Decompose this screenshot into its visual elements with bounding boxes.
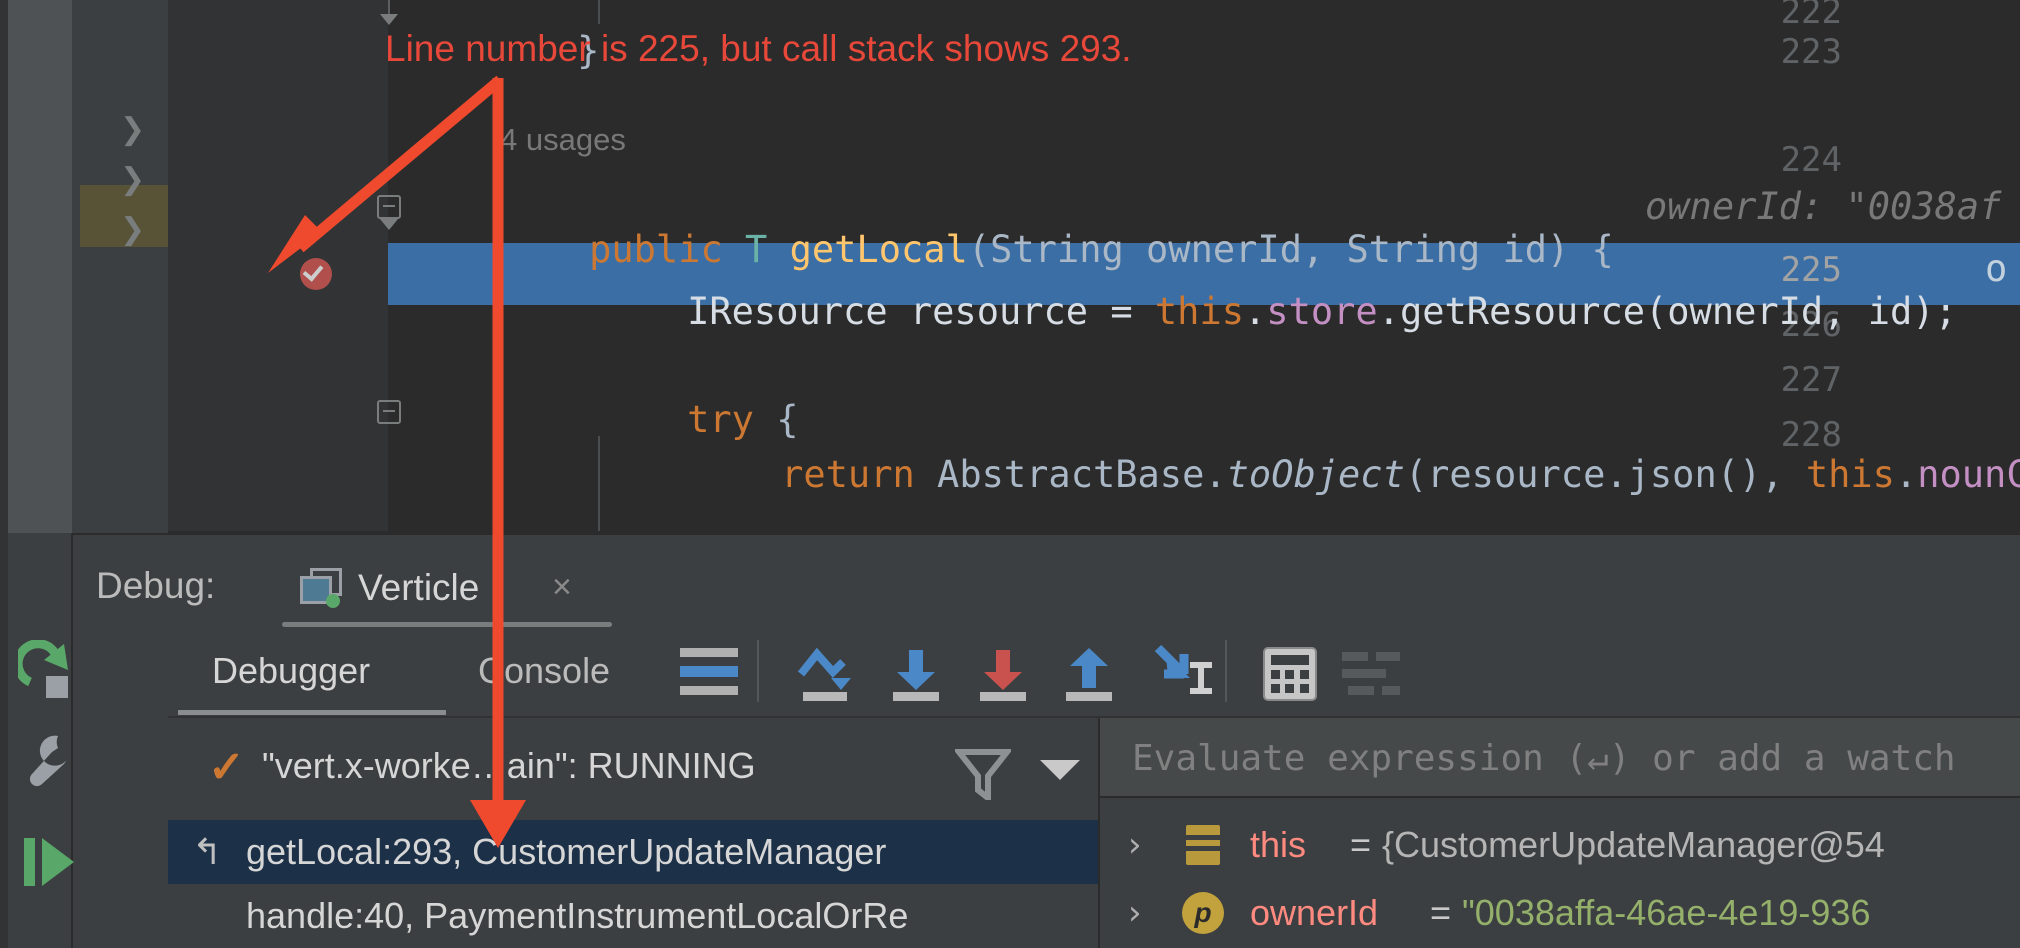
assignment: resource = — [887, 290, 1155, 333]
tab-debugger-underline — [178, 710, 446, 715]
frame-row-selected[interactable]: ↰ getLocal:293, CustomerUpdateManager — [168, 820, 1096, 884]
class-AbstractBase: AbstractBase. — [914, 453, 1227, 496]
fold-region-end-icon — [380, 219, 398, 230]
tab-active-underline — [282, 622, 612, 627]
rerun-icon[interactable] — [18, 640, 74, 700]
force-step-into-icon[interactable] — [972, 644, 1034, 706]
show-execution-point-icon[interactable] — [680, 648, 738, 695]
ide-screenshot: ❯ ❯ ❯ 222 223 224 225 226 227 228 } 4 us… — [0, 0, 2020, 948]
gutter-current-line — [168, 243, 388, 305]
return-arrow-icon: ↰ — [192, 831, 223, 872]
tab-verticle-label: Verticle — [358, 567, 480, 608]
evaluate-expression-icon[interactable] — [1262, 646, 1318, 702]
frame-label: handle:40, PaymentInstrumentLocalOrRe — [246, 895, 909, 936]
thread-selector-label[interactable]: "vert.x-worke…ain": RUNNING — [262, 745, 756, 787]
project-panel-strip — [8, 0, 72, 533]
method-toObject: toObject — [1226, 453, 1405, 496]
type-IResource: IResource — [687, 290, 888, 333]
equals-sign: = — [1430, 891, 1452, 933]
thread-status-check-icon: ✓ — [208, 743, 245, 792]
fold-collapse-icon[interactable] — [377, 400, 401, 424]
sort-values-icon[interactable] — [1340, 650, 1402, 698]
structure-chevron-icon: ❯ — [120, 162, 146, 197]
variable-row-this[interactable]: › this = {CustomerUpdateManager@54 — [1100, 812, 2020, 877]
step-over-icon[interactable] — [795, 644, 861, 706]
usages-inlay-hint[interactable]: 4 usages — [500, 122, 626, 158]
call-expression: .getResource(ownerId, id); — [1377, 290, 1957, 333]
line-number: 223 — [1780, 32, 1842, 72]
toolbar-separator — [1225, 640, 1227, 702]
frame-row[interactable]: handle:40, PaymentInstrumentLocalOrRe — [168, 884, 1096, 948]
code-line-228: return AbstractBase.toObject(resource.js… — [692, 410, 2020, 539]
structure-chevron-icon: ❯ — [120, 112, 146, 147]
dot: . — [1894, 453, 1918, 496]
variable-row-ownerId[interactable]: › p ownerId = "0038affa-46ae-4e19-936 — [1100, 880, 2020, 945]
primitive-badge-icon: p — [1182, 891, 1224, 934]
window-left-edge-lower — [0, 533, 8, 948]
dot: . — [1244, 290, 1267, 333]
parameter-inlay-hint: ownerId: "0038af — [1645, 185, 2002, 228]
settings-wrench-icon[interactable] — [18, 730, 74, 790]
annotation-text: Line number is 225, but call stack shows… — [385, 28, 1132, 69]
fold-region-end-icon — [380, 14, 398, 25]
keyword-return: return — [781, 453, 915, 496]
toolbar-separator — [757, 640, 759, 702]
variable-value: {CustomerUpdateManager@54 — [1382, 823, 1885, 865]
call-args: (resource.json(), — [1404, 453, 1806, 496]
step-out-icon[interactable] — [1058, 644, 1120, 706]
funnel-icon[interactable] — [955, 748, 1011, 800]
tab-close-icon[interactable]: × — [552, 568, 572, 607]
evaluate-expression-placeholder: Evaluate expression (↵) or add a watch — [1132, 738, 1956, 779]
debug-top-divider — [72, 533, 2020, 535]
equals-sign: = — [1350, 823, 1372, 865]
tab-debugger[interactable]: Debugger — [212, 650, 370, 692]
keyword-this: this — [1154, 290, 1245, 333]
frame-label: getLocal:293, CustomerUpdateManager — [246, 831, 887, 872]
selection-sliver — [1090, 820, 1098, 884]
chevron-down-icon[interactable] — [1040, 760, 1080, 780]
variable-value: "0038affa-46ae-4e19-936 — [1462, 891, 1871, 933]
step-into-icon[interactable] — [885, 644, 947, 706]
line-number: 224 — [1780, 140, 1842, 180]
tab-verticle[interactable]: Verticle — [300, 560, 479, 616]
keyword-this: this — [1805, 453, 1895, 496]
run-to-cursor-icon[interactable] — [1150, 640, 1220, 706]
resume-program-icon[interactable] — [20, 832, 78, 894]
inlay-hint-partial: o — [1985, 247, 2008, 290]
fold-collapse-icon[interactable] — [377, 195, 401, 219]
field-store: store — [1266, 290, 1378, 333]
object-badge-icon — [1186, 824, 1220, 865]
variable-name: ownerId — [1250, 891, 1379, 933]
debug-window-label: Debug: — [96, 565, 216, 606]
window-left-edge — [0, 0, 8, 533]
editor-left-strip — [72, 0, 168, 533]
code-line-225: IResource resource = this.store.getResou… — [598, 247, 1957, 376]
field-nounClass: nounC — [1917, 453, 2020, 496]
verticle-run-config-icon — [300, 568, 344, 608]
tab-console[interactable]: Console — [478, 650, 610, 692]
variable-name: this — [1250, 823, 1307, 865]
breakpoint-icon[interactable] — [300, 258, 332, 290]
structure-chevron-icon: ❯ — [120, 212, 146, 247]
line-number: 222 — [1780, 0, 1842, 32]
expand-chevron-icon[interactable]: › — [1128, 893, 1142, 933]
expand-chevron-icon[interactable]: › — [1128, 825, 1142, 865]
